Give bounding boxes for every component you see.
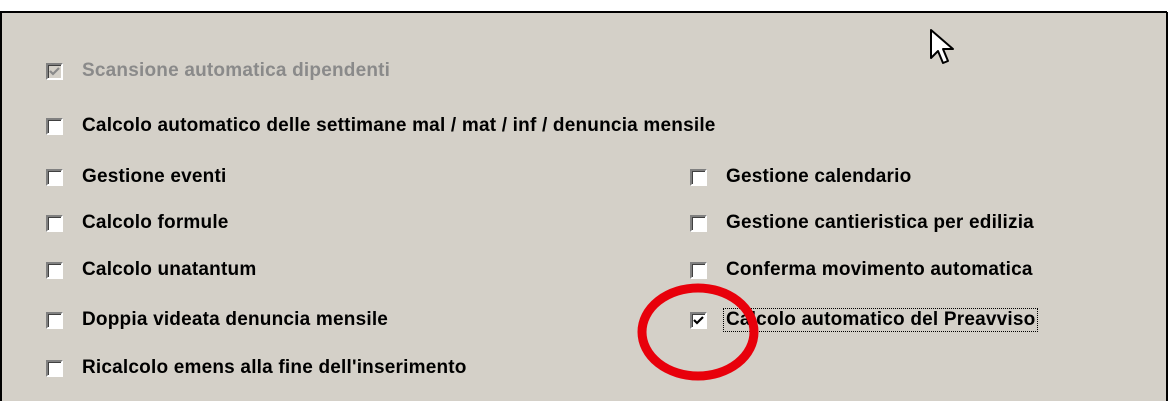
option-label: Calcolo automatico del Preavviso — [723, 308, 1039, 332]
checkmark-icon — [49, 66, 60, 76]
checkbox-doppia-videata[interactable] — [46, 311, 63, 329]
option-calcolo-unatantum[interactable]: Calcolo unatantum — [46, 259, 256, 281]
checkbox-calcolo-unatantum[interactable] — [46, 261, 63, 279]
panel-border-top — [0, 11, 1167, 13]
option-doppia-videata[interactable]: Doppia videata denuncia mensile — [46, 309, 388, 331]
option-gestione-calendario[interactable]: Gestione calendario — [690, 166, 911, 188]
panel-border-right — [1166, 12, 1168, 401]
checkbox-conferma-movimento[interactable] — [690, 261, 707, 279]
option-label: Scansione automatica dipendenti — [82, 60, 391, 81]
options-panel: Scansione automatica dipendenti Calcolo … — [0, 0, 1168, 401]
option-conferma-movimento[interactable]: Conferma movimento automatica — [690, 259, 1033, 281]
highlight-circle — [637, 283, 759, 381]
checkbox-gestione-calendario[interactable] — [690, 168, 707, 186]
option-label: Gestione cantieristica per edilizia — [726, 212, 1034, 233]
option-gestione-cantieristica[interactable]: Gestione cantieristica per edilizia — [690, 212, 1034, 234]
checkbox-ricalcolo-emens[interactable] — [46, 359, 63, 377]
checkbox-scansione — [46, 62, 63, 80]
option-calcolo-formule[interactable]: Calcolo formule — [46, 212, 229, 234]
option-ricalcolo-emens[interactable]: Ricalcolo emens alla fine dell'inserimen… — [46, 357, 467, 379]
checkbox-gestione-eventi[interactable] — [46, 168, 63, 186]
option-label: Conferma movimento automatica — [726, 259, 1033, 280]
option-label: Gestione eventi — [82, 166, 227, 187]
option-label: Ricalcolo emens alla fine dell'inserimen… — [82, 357, 467, 378]
checkbox-calcolo-settimane[interactable] — [46, 117, 63, 135]
option-scansione-automatica: Scansione automatica dipendenti — [46, 60, 390, 82]
option-label: Doppia videata denuncia mensile — [82, 309, 389, 330]
checkbox-calcolo-formule[interactable] — [46, 214, 63, 232]
mouse-pointer-icon — [930, 29, 954, 64]
option-gestione-eventi[interactable]: Gestione eventi — [46, 166, 227, 188]
option-label: Calcolo unatantum — [82, 259, 257, 280]
option-label: Calcolo automatico delle settimane mal /… — [82, 115, 716, 136]
option-calcolo-settimane[interactable]: Calcolo automatico delle settimane mal /… — [46, 115, 716, 137]
panel-border-left — [0, 12, 2, 401]
option-label: Gestione calendario — [726, 166, 912, 187]
option-label: Calcolo formule — [82, 212, 229, 233]
checkbox-gestione-cantieristica[interactable] — [690, 214, 707, 232]
